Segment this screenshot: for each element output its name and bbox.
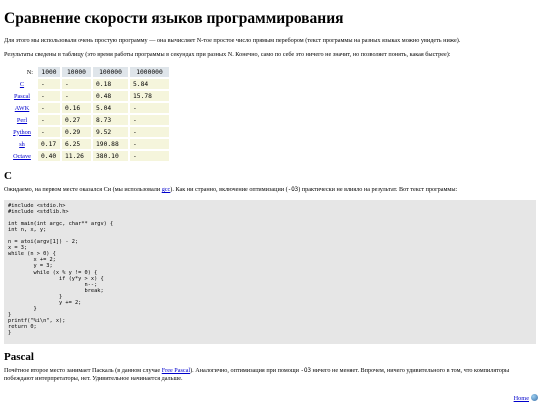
language-cell: Pascal	[8, 91, 36, 101]
time-cell: 9.52	[93, 127, 128, 137]
column-header: 10000	[62, 67, 91, 77]
c-text-part: ) практически не влияло на результат. Во…	[298, 186, 458, 193]
c-section-text: Ожидаемо, на первом месте оказался Си (м…	[4, 186, 536, 194]
time-cell: 0.27	[62, 115, 91, 125]
time-cell: -	[62, 79, 91, 89]
intro-paragraph: Для этого мы использовали очень простую …	[4, 37, 461, 44]
time-cell: 8.73	[93, 115, 128, 125]
time-cell: -	[38, 79, 60, 89]
language-cell: C	[8, 79, 36, 89]
c-text-part: ). Как ни странно, включение оптимизации…	[170, 186, 288, 193]
page-title: Сравнение скорости языков программирован…	[4, 10, 344, 27]
section-heading-pascal: Pascal	[4, 351, 34, 363]
time-cell: 15.78	[130, 91, 169, 101]
language-link[interactable]: Pascal	[14, 93, 30, 100]
results-paragraph: Результаты сведены в таблицу (это время …	[4, 51, 451, 58]
time-cell: -	[38, 91, 60, 101]
time-cell: 5.84	[130, 79, 169, 89]
time-cell: 0.17	[38, 139, 60, 149]
time-cell: -	[130, 115, 169, 125]
page: Сравнение скорости языков программирован…	[0, 0, 540, 405]
c-code-block: #include <stdio.h> #include <stdlib.h> i…	[4, 200, 536, 344]
time-cell: -	[38, 103, 60, 113]
pascal-flag-code: -O3	[300, 368, 311, 374]
home-link[interactable]: Home	[514, 395, 529, 402]
column-header: 100000	[93, 67, 128, 77]
gcc-link[interactable]: gcc	[162, 186, 171, 193]
language-link[interactable]: Perl	[17, 117, 27, 124]
time-cell: -	[130, 127, 169, 137]
c-flag-code: -O3	[287, 187, 299, 193]
free-pascal-link[interactable]: Free Pascal	[162, 367, 190, 374]
home-footer: Home	[514, 394, 538, 402]
time-cell: 0.18	[93, 79, 128, 89]
language-cell: sh	[8, 139, 36, 149]
language-cell: Python	[8, 127, 36, 137]
language-link[interactable]: AWK	[15, 105, 30, 112]
c-text-part: Ожидаемо, на первом месте оказался Си (м…	[4, 186, 162, 193]
time-cell: 0.16	[62, 103, 91, 113]
language-link[interactable]: sh	[19, 141, 25, 148]
time-cell: 11.26	[62, 151, 91, 161]
table-row: C - -0.18 5.84	[8, 79, 169, 89]
language-link[interactable]: Octave	[13, 153, 31, 160]
language-cell: Perl	[8, 115, 36, 125]
pascal-section-text: Почётное второе место занимает Паскаль (…	[4, 367, 536, 383]
table-row: AWK -0.16 5.04-	[8, 103, 169, 113]
section-heading-c: C	[4, 170, 12, 182]
time-cell: -	[38, 127, 60, 137]
language-cell: AWK	[8, 103, 36, 113]
time-cell: 0.29	[62, 127, 91, 137]
table-row: Perl -0.27 8.73-	[8, 115, 169, 125]
language-cell: Octave	[8, 151, 36, 161]
time-cell: 380.10	[93, 151, 128, 161]
time-cell: 190.88	[93, 139, 128, 149]
globe-icon	[531, 394, 538, 401]
column-header: 1000000	[130, 67, 169, 77]
table-row: sh 0.17 6.25 190.88-	[8, 139, 169, 149]
time-cell: -	[130, 103, 169, 113]
time-cell: -	[38, 115, 60, 125]
results-table: N: 1000 10000 100000 1000000 C - -0.18 5.84…	[6, 65, 171, 163]
table-row: Python -0.29 9.52-	[8, 127, 169, 137]
time-cell: -	[130, 151, 169, 161]
column-header: 1000	[38, 67, 60, 77]
time-cell: -	[130, 139, 169, 149]
language-link[interactable]: Python	[13, 129, 31, 136]
n-label: N:	[26, 68, 33, 76]
table-row: Pascal - -0.48 15.78	[8, 91, 169, 101]
time-cell: 6.25	[62, 139, 91, 149]
time-cell: -	[62, 91, 91, 101]
language-link[interactable]: C	[20, 81, 24, 88]
time-cell: 0.48	[93, 91, 128, 101]
table-header-row: N: 1000 10000 100000 1000000	[8, 67, 169, 77]
time-cell: 0.40	[38, 151, 60, 161]
pascal-text-part: ). Аналогично, оптимизация при помощи	[190, 367, 301, 374]
pascal-text-part: Почётное второе место занимает Паскаль (…	[4, 367, 162, 374]
table-row: Octave 0.40 11.26 380.10-	[8, 151, 169, 161]
time-cell: 5.04	[93, 103, 128, 113]
